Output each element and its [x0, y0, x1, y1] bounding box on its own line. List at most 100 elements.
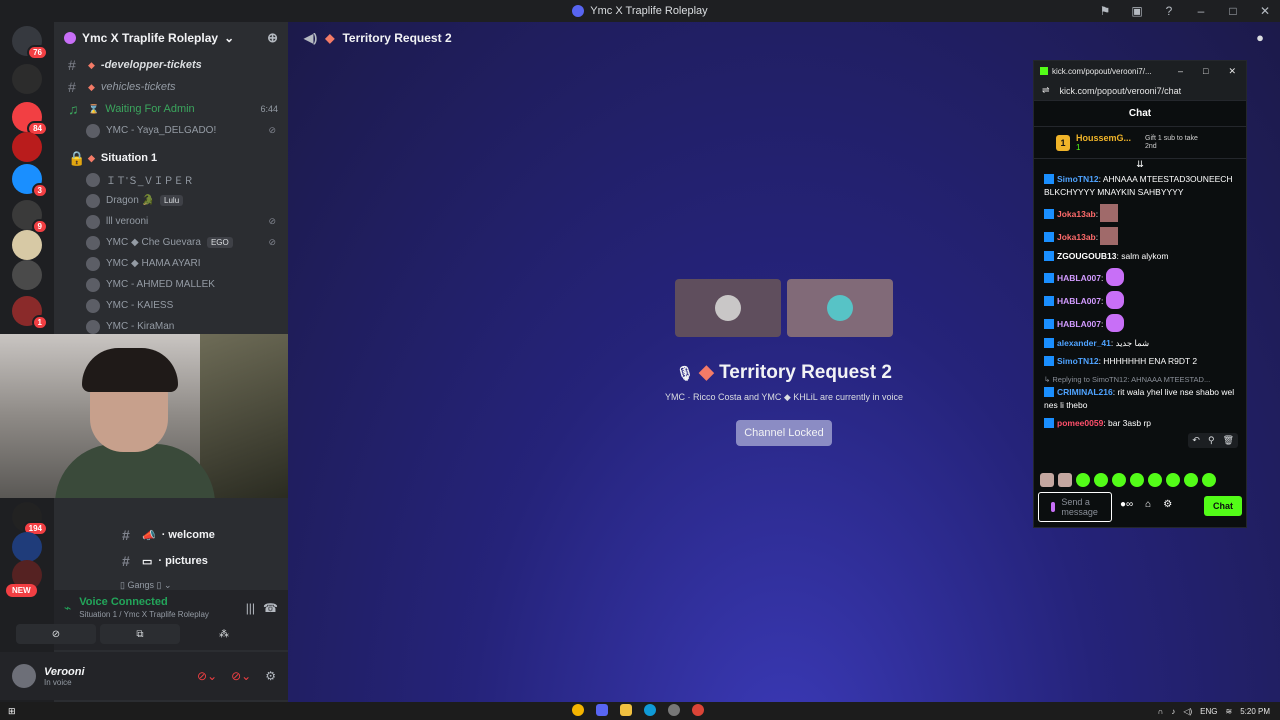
chat-username[interactable]: HABLA007 [1057, 296, 1101, 306]
chat-message[interactable]: SimoTN12: AHNAAA MTEESTAD3OUNEECH BLKCHY… [1044, 173, 1236, 199]
chat-username[interactable]: HABLA007 [1057, 273, 1101, 283]
chat-message[interactable]: Joka13ab: [1044, 227, 1236, 245]
chat-username[interactable]: HABLA007 [1057, 319, 1101, 329]
server-icon-server-11[interactable] [12, 532, 42, 562]
voice-user[interactable]: lll verooni ⊘ [54, 211, 288, 232]
chat-bubble-icon[interactable]: ● [1256, 30, 1264, 45]
server-header[interactable]: Ymc X Traplife Roleplay ⌄ ⊕ [54, 22, 288, 54]
server-icon-server-p[interactable]: 3 [12, 164, 48, 198]
server-icon-server-dog[interactable] [12, 230, 42, 260]
chat-username[interactable]: SimoTN12 [1057, 174, 1099, 184]
minimize-button[interactable]: – [1194, 4, 1208, 18]
trash-icon[interactable]: 🗑 [1223, 435, 1234, 446]
send-chat-button[interactable]: Chat [1204, 496, 1242, 516]
invite-icon[interactable]: ⊕ [267, 30, 278, 46]
emote-icon[interactable] [1202, 473, 1216, 487]
chat-message[interactable]: Joka13ab: [1044, 204, 1236, 222]
maximize-button[interactable]: □ [1226, 4, 1240, 18]
headset-icon[interactable]: ∩ [1158, 707, 1164, 716]
screen-share-button[interactable]: ⧉ [100, 624, 180, 644]
kick-emote-icon[interactable]: ●∞ [1120, 499, 1133, 510]
minimize-button[interactable]: – [1178, 66, 1183, 77]
monitor-icon[interactable]: ▣ [1130, 4, 1144, 18]
volume-icon[interactable]: ◁) [1183, 707, 1192, 716]
voice-user[interactable]: YMC - Yaya_DELGADO! ⊘ [54, 120, 288, 141]
chat-message[interactable]: pomee0059: bar 3asb rp [1044, 417, 1236, 430]
server-icon-server-2[interactable]: 84 [12, 102, 48, 136]
windows-start-icon[interactable]: ⊞ [8, 706, 16, 717]
close-button[interactable]: ✕ [1228, 66, 1236, 77]
participant-tile[interactable] [787, 279, 893, 337]
chat-message[interactable]: ↳ Replying to SimoTN12: AHNAAA MTEESTAD.… [1044, 373, 1236, 412]
chat-message[interactable]: ZGOUGOUB13: salm alykom [1044, 250, 1236, 263]
chrome-active-icon[interactable] [692, 704, 704, 716]
site-settings-icon[interactable]: ⇌ [1042, 85, 1050, 96]
chat-username[interactable]: Joka13ab [1057, 232, 1096, 242]
channel-situation-1[interactable]: 🔒 ◆ Situation 1 [54, 147, 288, 169]
folder-icon[interactable] [620, 704, 632, 716]
server-icon-server-cat[interactable] [12, 64, 42, 94]
mic-muted-icon[interactable]: ⊘⌄ [197, 669, 217, 683]
server-icon-server-8[interactable] [12, 260, 42, 290]
server-icon-discord-home[interactable]: 76 [12, 26, 48, 60]
collapse-icon[interactable]: ⇊ [1034, 159, 1246, 169]
channel-locked-button[interactable]: Channel Locked [736, 420, 832, 446]
language-indicator[interactable]: ENG [1200, 707, 1217, 716]
inbox-icon[interactable]: ⚑ [1098, 4, 1112, 18]
address-bar[interactable]: ⇌ kick.com/popout/verooni7/chat [1034, 81, 1246, 101]
chrome-icon[interactable] [572, 704, 584, 716]
steam-icon[interactable] [668, 704, 680, 716]
mic-icon[interactable]: ♪ [1171, 707, 1175, 716]
voice-status[interactable]: Voice Connected [79, 596, 209, 608]
pin-icon[interactable]: ⚲ [1208, 435, 1215, 446]
voice-location[interactable]: Situation 1 / Ymc X Traplife Roleplay [79, 610, 209, 619]
voice-user[interactable]: ＩＴ'Ｓ_ＶＩＰＥＲ [54, 169, 288, 190]
chat-message[interactable]: HABLA007: [1044, 314, 1236, 332]
chat-username[interactable]: SimoTN12 [1057, 356, 1099, 366]
channel-developper-tickets[interactable]: # ◆ -developper-tickets [54, 54, 288, 76]
participant-tile[interactable] [675, 279, 781, 337]
server-icon-server-9[interactable]: 1 [12, 296, 48, 330]
noise-suppression-icon[interactable]: ||| [246, 601, 255, 615]
emote-icon[interactable] [1040, 473, 1054, 487]
gift-sub-prompt[interactable]: Gift 1 sub to take 2nd [1145, 135, 1209, 151]
gear-icon[interactable]: ⚙ [1163, 499, 1172, 510]
channel-vehicles-tickets[interactable]: # ◆ vehicles-tickets [54, 76, 288, 98]
emote-icon[interactable] [1130, 473, 1144, 487]
chat-username[interactable]: ZGOUGOUB13 [1057, 251, 1117, 261]
emote-icon[interactable] [1094, 473, 1108, 487]
chat-username[interactable]: Joka13ab [1057, 209, 1096, 219]
chat-message[interactable]: alexander_41: شما جدید [1044, 337, 1236, 350]
voice-user[interactable]: YMC - KAIESS [54, 295, 288, 316]
disconnect-icon[interactable]: ☎ [263, 601, 278, 615]
server-icon-server-5[interactable]: 9 [12, 200, 48, 234]
chat-input[interactable]: Send a message [1038, 492, 1112, 522]
clock[interactable]: 5:20 PM [1240, 707, 1270, 716]
headphones-deafened-icon[interactable]: ⊘⌄ [231, 669, 251, 683]
chat-message[interactable]: HABLA007: [1044, 291, 1236, 309]
gear-icon[interactable]: ⚙ [265, 669, 276, 683]
server-icon-server-ymc[interactable] [12, 132, 42, 162]
emote-icon[interactable] [1148, 473, 1162, 487]
emote-icon[interactable] [1166, 473, 1180, 487]
sub-leaderboard[interactable]: 1 HoussemG... 1 Gift 1 sub to take 2nd [1034, 127, 1246, 159]
avatar[interactable] [12, 664, 36, 688]
voice-user[interactable]: Dragon 🐊 Lulu [54, 190, 288, 211]
voice-user[interactable]: YMC ◆ HAMA AYARI [54, 253, 288, 274]
maximize-button[interactable]: □ [1203, 66, 1208, 77]
chat-username[interactable]: CRIMINAL216 [1057, 387, 1113, 397]
voice-user[interactable]: YMC - AHMED MALLEK [54, 274, 288, 295]
close-button[interactable]: ✕ [1258, 4, 1272, 18]
chat-username[interactable]: alexander_41 [1057, 338, 1111, 348]
channel-waiting-for-admin[interactable]: ♫ ⌛ Waiting For Admin 6:44 [54, 98, 288, 120]
help-icon[interactable]: ? [1162, 4, 1176, 18]
emote-icon[interactable] [1112, 473, 1126, 487]
discord-icon[interactable] [596, 704, 608, 716]
emote-icon[interactable] [1058, 473, 1072, 487]
reply-icon[interactable]: ↶ [1192, 435, 1200, 446]
store-icon[interactable]: ⌂ [1145, 499, 1151, 510]
wifi-icon[interactable]: ≋ [1226, 707, 1233, 716]
activities-button[interactable]: ⁂ [184, 624, 264, 644]
chat-message[interactable]: HABLA007: [1044, 268, 1236, 286]
voice-user[interactable]: YMC ◆ Che Guevara EGO ⊘ [54, 232, 288, 253]
